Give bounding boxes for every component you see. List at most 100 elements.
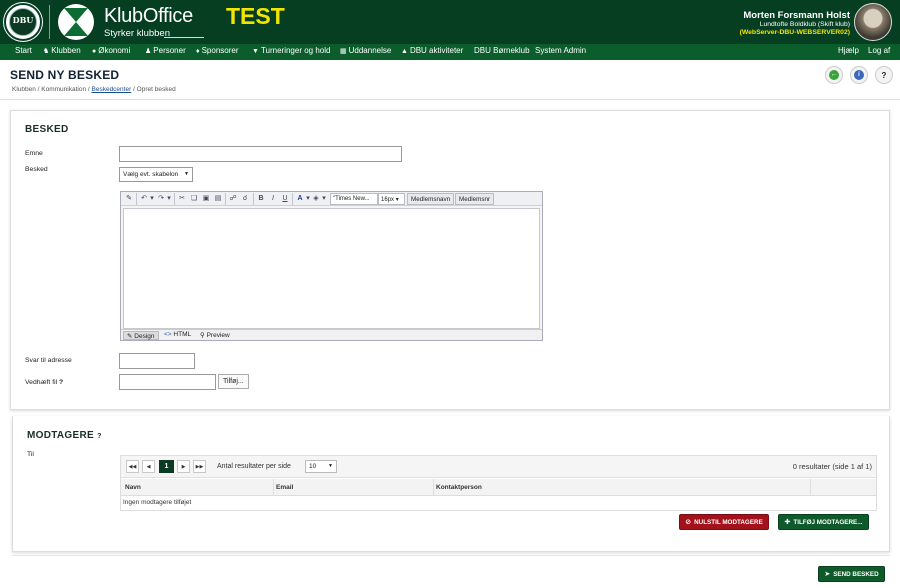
nav-item-system-admin[interactable]: System Admin	[535, 46, 586, 55]
nav-item-turneringer[interactable]: ▼ Turneringer og hold	[252, 46, 330, 55]
current-page[interactable]: 1	[159, 460, 174, 473]
reset-recipients-button[interactable]: ⊘ NULSTIL MODTAGERE	[679, 514, 769, 530]
toolbar-separator	[253, 193, 254, 205]
subject-input[interactable]	[119, 146, 402, 162]
book-icon: ▦	[340, 48, 347, 55]
spellcheck-icon[interactable]: ✎	[124, 194, 134, 204]
column-separator	[273, 479, 274, 496]
server-name: (WebServer-DBU-WEBSERVER02)	[739, 29, 850, 36]
template-select-value: Vælg evt. skabelon	[123, 171, 179, 178]
help-icon[interactable]: ?	[97, 433, 102, 440]
editor-content-area[interactable]	[123, 208, 540, 329]
nav-item-sponsorer[interactable]: ♦ Sponsorer	[196, 46, 239, 55]
button-label: TILFØJ MODTAGERE...	[793, 518, 863, 526]
copy-icon[interactable]: ❏	[189, 194, 199, 204]
chevron-down-icon: ▾	[395, 197, 399, 203]
nav-label: System Admin	[535, 46, 587, 55]
template-select[interactable]: Vælg evt. skabelon ▼	[119, 167, 193, 182]
toolbar-separator	[225, 193, 226, 205]
help-button[interactable]: ?	[875, 66, 893, 84]
remove-link-icon[interactable]: ☌	[240, 194, 250, 204]
person-icon: ♟	[145, 48, 152, 55]
breadcrumb-link-beskedcenter[interactable]: Beskedcenter	[92, 86, 132, 93]
nav-item-personer[interactable]: ♟ Personer	[145, 46, 186, 55]
chevron-down-icon: ▼	[184, 171, 189, 177]
prev-page-icon[interactable]: ◀	[142, 460, 155, 473]
column-header-email[interactable]: Email	[276, 484, 293, 491]
nav-label: DBU aktiviteter	[409, 46, 464, 55]
user-club-switch[interactable]: Lundtofte Boldklub (Skift klub)	[760, 21, 850, 28]
avatar[interactable]	[854, 3, 892, 41]
highlight-dropdown-icon[interactable]: ▾	[319, 194, 329, 204]
grid-pager: ◀◀ ◀ 1 ▶ ▶▶ Antal resultater per side 10…	[121, 456, 876, 478]
brand-tagline: Styrker klubben	[104, 28, 171, 39]
dbu-logo-text: DBU	[12, 15, 34, 25]
nav-label: Klubben	[51, 46, 81, 55]
arrow-left-icon: ←	[829, 70, 839, 80]
nav-logout[interactable]: Log af	[868, 46, 890, 55]
bold-icon[interactable]: B	[256, 194, 266, 204]
column-separator	[433, 479, 434, 496]
nav-item-okonomi[interactable]: ● Økonomi	[92, 46, 130, 55]
empty-grid-message: Ingen modtagere tilføjet	[123, 499, 192, 506]
font-family-value: "Times New...	[333, 196, 370, 202]
editor-mode-design[interactable]: ✎ Design	[123, 331, 159, 340]
pencil-icon: ✎	[127, 333, 133, 340]
attach-file-input[interactable]	[119, 374, 216, 390]
back-button[interactable]: ←	[825, 66, 843, 84]
user-name[interactable]: Morten Forsmann Holst	[743, 10, 850, 21]
cut-icon[interactable]: ✂	[177, 194, 187, 204]
brand-name: KlubOffice	[104, 5, 193, 27]
paste-icon[interactable]: ▣	[201, 194, 211, 204]
editor-mode-preview[interactable]: ⚲ Preview	[197, 331, 233, 340]
last-page-icon[interactable]: ▶▶	[193, 460, 206, 473]
font-size-select[interactable]: 16px ▾	[378, 193, 405, 205]
chevron-down-icon: ▼	[328, 463, 333, 469]
attach-label: Vedhæft fil ?	[25, 379, 63, 386]
to-label: Til	[27, 451, 34, 458]
paper-plane-icon: ➤	[824, 571, 831, 578]
redo-dropdown-icon[interactable]: ▾	[164, 194, 174, 204]
insert-member-number-button[interactable]: Medlemsnr	[455, 193, 495, 205]
breadcrumb-part: / Opret besked	[131, 86, 176, 93]
italic-icon[interactable]: I	[268, 194, 278, 204]
next-page-icon[interactable]: ▶	[177, 460, 190, 473]
column-header-kontaktperson[interactable]: Kontaktperson	[436, 484, 482, 491]
mode-label: HTML	[173, 331, 192, 338]
header-divider	[49, 5, 50, 39]
reply-to-input[interactable]	[119, 353, 195, 369]
nav-item-klubben[interactable]: ♞ Klubben	[43, 46, 81, 55]
add-recipients-button[interactable]: ✚ TILFØJ MODTAGERE...	[778, 514, 869, 530]
nav-label: Turneringer og hold	[260, 46, 331, 55]
mode-label: Preview	[206, 332, 230, 339]
insert-link-icon[interactable]: ☍	[228, 194, 238, 204]
magnifier-icon: ⚲	[200, 332, 205, 339]
insert-member-name-button[interactable]: Medlemsnavn	[407, 193, 455, 205]
recipients-grid: ◀◀ ◀ 1 ▶ ▶▶ Antal resultater per side 10…	[120, 455, 877, 511]
tagline-underline	[164, 37, 204, 38]
environment-badge: TEST	[226, 3, 285, 29]
first-page-icon[interactable]: ◀◀	[126, 460, 139, 473]
add-attachment-button[interactable]: Tilføj...	[218, 374, 249, 389]
nav-label: Økonomi	[98, 46, 131, 55]
footer-divider	[12, 555, 890, 556]
underline-icon[interactable]: U	[280, 194, 290, 204]
kluboffice-logo[interactable]	[58, 4, 94, 40]
nav-help[interactable]: Hjælp	[838, 46, 859, 55]
nav-item-uddannelse[interactable]: ▦ Uddannelse	[340, 46, 391, 55]
nav-item-dbu-aktiviteter[interactable]: ▲ DBU aktiviteter	[401, 46, 463, 55]
per-page-select[interactable]: 10 ▼	[305, 460, 337, 473]
editor-mode-html[interactable]: <> HTML	[161, 331, 194, 340]
breadcrumb: Klubben / Kommunikation / Beskedcenter /…	[12, 86, 176, 93]
paste-special-icon[interactable]: ▤	[213, 194, 223, 204]
nav-item-dbu-borneklub[interactable]: DBU Børneklub	[474, 46, 530, 55]
font-family-select[interactable]: "Times New...	[330, 193, 378, 205]
send-message-button[interactable]: ➤ SEND BESKED	[818, 566, 885, 582]
info-button[interactable]: i	[850, 66, 868, 84]
column-header-navn[interactable]: Navn	[125, 484, 141, 491]
nav-label: Personer	[153, 46, 186, 55]
dbu-logo[interactable]: DBU	[4, 3, 42, 41]
help-icon[interactable]: ?	[59, 379, 63, 386]
nav-item-start[interactable]: Start	[15, 46, 32, 55]
grid-header-row: Navn Email Kontaktperson	[121, 479, 876, 496]
